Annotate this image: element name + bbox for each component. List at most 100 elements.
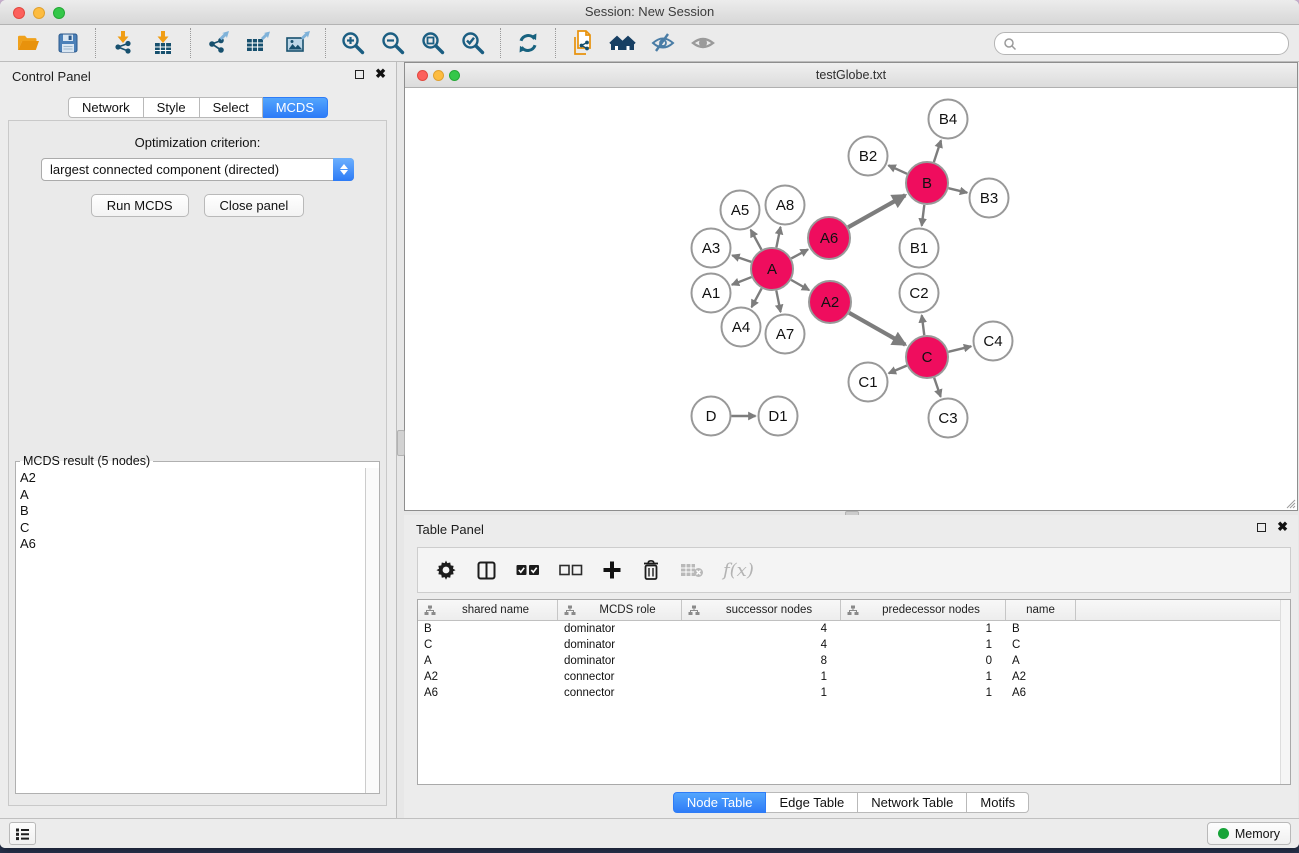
zoom-in-icon[interactable] — [338, 28, 368, 58]
network-canvas[interactable]: AA1A3A5A8A4A7A6A2BB1B2B3B4CC1C2C3C4DD1 — [405, 88, 1297, 510]
cell-successor-nodes[interactable]: 8 — [682, 653, 841, 669]
table-row-a[interactable]: Adominator80A — [418, 653, 1290, 669]
column-header-name[interactable]: name — [1006, 600, 1076, 620]
edge-A-A1 — [732, 277, 752, 285]
cell-shared-name[interactable]: A6 — [418, 685, 558, 701]
cell-successor-nodes[interactable]: 1 — [682, 669, 841, 685]
table-row-b[interactable]: Bdominator41B — [418, 621, 1290, 637]
hide-panel-eye-icon[interactable] — [648, 28, 678, 58]
column-header-shared-name[interactable]: shared name — [418, 600, 558, 620]
cell-name[interactable]: A6 — [1006, 685, 1076, 701]
memory-status-dot — [1218, 828, 1229, 839]
cell-successor-nodes[interactable]: 4 — [682, 621, 841, 637]
cell-mcds-role[interactable]: dominator — [558, 621, 682, 637]
table-toolbar: f(x) — [417, 547, 1291, 593]
resize-grip-icon[interactable] — [1283, 496, 1296, 509]
tab-select[interactable]: Select — [200, 97, 263, 118]
table-scrollbar[interactable] — [1280, 600, 1290, 784]
criterion-dropdown[interactable]: largest connected component (directed) — [41, 158, 354, 181]
cell-successor-nodes[interactable]: 4 — [682, 637, 841, 653]
float-panel-icon[interactable] — [355, 70, 364, 79]
result-scrollbar[interactable] — [365, 468, 379, 793]
edge-A-A6 — [791, 249, 808, 258]
cell-mcds-role[interactable]: connector — [558, 669, 682, 685]
cell-shared-name[interactable]: A2 — [418, 669, 558, 685]
memory-label: Memory — [1235, 827, 1280, 841]
export-image-icon[interactable] — [283, 28, 313, 58]
column-header-successor-nodes[interactable]: successor nodes — [682, 600, 841, 620]
main-titlebar: Session: New Session — [0, 0, 1299, 25]
table-row-a6[interactable]: A6connector11A6 — [418, 685, 1290, 701]
table-row-a2[interactable]: A2connector11A2 — [418, 669, 1290, 685]
result-item-a[interactable]: A — [20, 487, 364, 504]
deselect-all-columns-icon[interactable] — [559, 563, 583, 577]
table-tab-motifs[interactable]: Motifs — [967, 792, 1029, 813]
cell-shared-name[interactable]: A — [418, 653, 558, 669]
refresh-icon[interactable] — [513, 28, 543, 58]
import-table-icon[interactable] — [148, 28, 178, 58]
export-network-icon[interactable] — [203, 28, 233, 58]
show-panels-list-button[interactable] — [9, 822, 36, 845]
tab-style[interactable]: Style — [144, 97, 200, 118]
cell-name[interactable]: A2 — [1006, 669, 1076, 685]
table-tab-network-table[interactable]: Network Table — [858, 792, 967, 813]
table-panel: Table Panel ✖ — [404, 515, 1298, 818]
cell-predecessor-nodes[interactable]: 1 — [841, 669, 1006, 685]
column-header-predecessor-nodes[interactable]: predecessor nodes — [841, 600, 1006, 620]
control-panel-title: Control Panel — [12, 69, 91, 84]
float-table-panel-icon[interactable] — [1257, 523, 1266, 532]
table-tab-edge-table[interactable]: Edge Table — [766, 792, 858, 813]
graph-node-label-D1: D1 — [768, 408, 787, 425]
show-column-panel-icon[interactable] — [476, 560, 497, 581]
home-networks-icon[interactable] — [608, 28, 638, 58]
edge-A-A8 — [776, 227, 780, 247]
zoom-out-icon[interactable] — [378, 28, 408, 58]
cell-predecessor-nodes[interactable]: 0 — [841, 653, 1006, 669]
memory-button[interactable]: Memory — [1207, 822, 1291, 845]
zoom-fit-icon[interactable] — [418, 28, 448, 58]
cell-shared-name[interactable]: B — [418, 621, 558, 637]
column-header-mcds-role[interactable]: MCDS role — [558, 600, 682, 620]
cell-mcds-role[interactable]: connector — [558, 685, 682, 701]
cell-name[interactable]: A — [1006, 653, 1076, 669]
zoom-selected-icon[interactable] — [458, 28, 488, 58]
table-row-c[interactable]: Cdominator41C — [418, 637, 1290, 653]
search-field[interactable] — [994, 32, 1289, 55]
graph-node-label-B1: B1 — [910, 240, 928, 257]
result-item-a2[interactable]: A2 — [20, 470, 364, 487]
vertical-splitter-handle[interactable] — [397, 430, 405, 456]
result-item-c[interactable]: C — [20, 520, 364, 537]
cell-mcds-role[interactable]: dominator — [558, 653, 682, 669]
select-all-columns-icon[interactable] — [516, 563, 540, 577]
content-area: Control Panel ✖ NetworkStyleSelectMCDS O… — [0, 62, 1299, 818]
result-item-b[interactable]: B — [20, 503, 364, 520]
cell-predecessor-nodes[interactable]: 1 — [841, 637, 1006, 653]
search-input[interactable] — [1022, 36, 1288, 52]
cell-successor-nodes[interactable]: 1 — [682, 685, 841, 701]
cell-name[interactable]: C — [1006, 637, 1076, 653]
result-item-a6[interactable]: A6 — [20, 536, 364, 553]
tab-network[interactable]: Network — [68, 97, 144, 118]
table-settings-gear-icon[interactable] — [435, 559, 457, 581]
save-session-icon[interactable] — [53, 28, 83, 58]
close-panel-button[interactable]: Close panel — [204, 194, 305, 217]
new-network-from-selection-icon[interactable] — [568, 28, 598, 58]
run-mcds-button[interactable]: Run MCDS — [91, 194, 189, 217]
cell-shared-name[interactable]: C — [418, 637, 558, 653]
table-panel-tabs: Node TableEdge TableNetwork TableMotifs — [673, 792, 1029, 813]
cell-predecessor-nodes[interactable]: 1 — [841, 621, 1006, 637]
delete-column-trash-icon[interactable] — [641, 559, 661, 581]
import-network-icon[interactable] — [108, 28, 138, 58]
cell-mcds-role[interactable]: dominator — [558, 637, 682, 653]
create-column-plus-icon[interactable] — [602, 560, 622, 580]
open-session-icon[interactable] — [13, 28, 43, 58]
cell-name[interactable]: B — [1006, 621, 1076, 637]
table-tab-node-table[interactable]: Node Table — [673, 792, 767, 813]
export-table-icon[interactable] — [243, 28, 273, 58]
cell-predecessor-nodes[interactable]: 1 — [841, 685, 1006, 701]
close-panel-icon[interactable]: ✖ — [375, 69, 386, 79]
edge-B-B3 — [948, 188, 967, 193]
eye-icon — [688, 28, 718, 58]
tab-mcds[interactable]: MCDS — [263, 97, 328, 118]
close-table-panel-icon[interactable]: ✖ — [1277, 522, 1288, 532]
